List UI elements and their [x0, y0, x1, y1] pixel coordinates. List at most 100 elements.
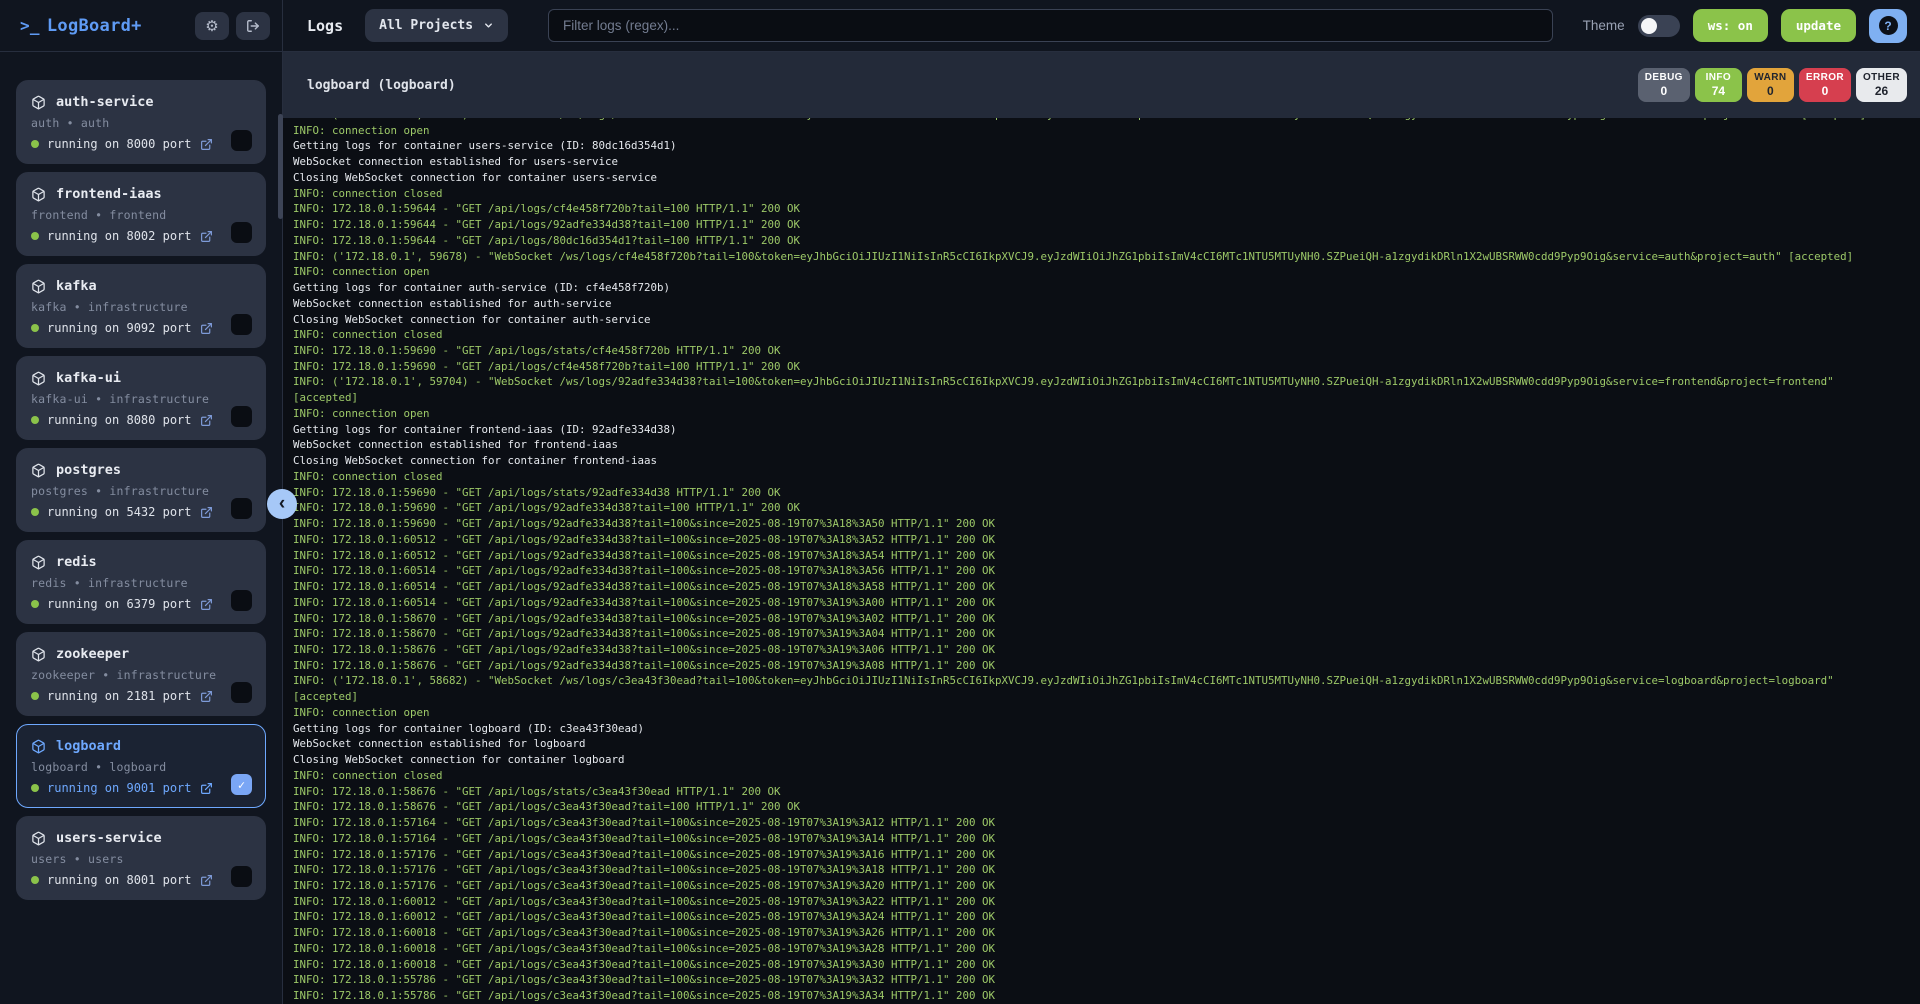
log-line: INFO: 172.18.0.1:58676 - "GET /api/logs/…	[293, 784, 1920, 800]
service-list: auth-service auth • auth running on 8000…	[16, 80, 266, 900]
service-status-text: running on 9001 port	[47, 781, 192, 795]
log-line: INFO: 172.18.0.1:58676 - "GET /api/logs/…	[293, 658, 1920, 674]
external-link-icon[interactable]	[200, 138, 213, 151]
log-filter-input[interactable]	[548, 9, 1553, 42]
log-line: Closing WebSocket connection for contain…	[293, 752, 1920, 768]
log-line: INFO: 172.18.0.1:59644 - "GET /api/logs/…	[293, 233, 1920, 249]
status-dot-icon	[31, 876, 39, 884]
service-checkbox[interactable]: ✓	[231, 130, 252, 151]
status-dot-icon	[31, 416, 39, 424]
service-card[interactable]: kafka kafka • infrastructure running on …	[16, 264, 266, 348]
settings-button[interactable]: ⚙	[195, 12, 229, 40]
help-icon: ?	[1879, 16, 1898, 35]
service-subtitle: redis • infrastructure	[31, 576, 251, 590]
level-badge-count: 0	[1645, 84, 1683, 98]
level-badge[interactable]: DEBUG 0	[1638, 68, 1690, 102]
external-link-icon[interactable]	[200, 782, 213, 795]
service-card[interactable]: frontend-iaas frontend • frontend runnin…	[16, 172, 266, 256]
log-line: INFO: connection open	[293, 264, 1920, 280]
service-checkbox[interactable]: ✓	[231, 406, 252, 427]
service-subtitle: kafka-ui • infrastructure	[31, 392, 251, 406]
external-link-icon[interactable]	[200, 598, 213, 611]
topbar-left: >_ LogBoard+ ⚙	[0, 0, 283, 51]
sidebar-collapse-button[interactable]: ‹	[267, 489, 297, 519]
log-line: [accepted]	[293, 689, 1920, 705]
theme-toggle[interactable]	[1638, 15, 1680, 37]
service-checkbox[interactable]: ✓	[231, 498, 252, 519]
service-checkbox[interactable]: ✓	[231, 682, 252, 703]
log-line: INFO: 172.18.0.1:58676 - "GET /api/logs/…	[293, 799, 1920, 815]
level-badge-count: 0	[1754, 84, 1787, 98]
gear-icon: ⚙	[205, 17, 218, 35]
external-link-icon[interactable]	[200, 414, 213, 427]
help-button[interactable]: ?	[1869, 9, 1907, 43]
log-line: INFO: 172.18.0.1:59644 - "GET /api/logs/…	[293, 217, 1920, 233]
service-name: users-service	[56, 830, 162, 846]
level-badge[interactable]: WARN 0	[1747, 68, 1794, 102]
log-line: INFO: 172.18.0.1:60012 - "GET /api/logs/…	[293, 894, 1920, 910]
log-line: INFO: 172.18.0.1:59690 - "GET /api/logs/…	[293, 516, 1920, 532]
external-link-icon[interactable]	[200, 506, 213, 519]
update-button[interactable]: update	[1781, 9, 1856, 42]
service-checkbox[interactable]: ✓	[231, 774, 252, 795]
service-card[interactable]: auth-service auth • auth running on 8000…	[16, 80, 266, 164]
service-card[interactable]: users-service users • users running on 8…	[16, 816, 266, 900]
service-checkbox[interactable]: ✓	[231, 222, 252, 243]
main-panel: ‹ logboard (logboard) DEBUG 0 INFO 74 WA…	[283, 52, 1920, 1004]
service-card[interactable]: kafka-ui kafka-ui • infrastructure runni…	[16, 356, 266, 440]
external-link-icon[interactable]	[200, 690, 213, 703]
level-badges: DEBUG 0 INFO 74 WARN 0 ERROR 0 OTHER 26	[1638, 68, 1907, 102]
log-line: Closing WebSocket connection for contain…	[293, 170, 1920, 186]
level-badge-label: DEBUG	[1645, 72, 1683, 83]
log-line: INFO: 172.18.0.1:60514 - "GET /api/logs/…	[293, 595, 1920, 611]
service-status-text: running on 8000 port	[47, 137, 192, 151]
log-line: Getting logs for container frontend-iaas…	[293, 422, 1920, 438]
logout-button[interactable]	[236, 12, 270, 40]
log-line: INFO: 172.18.0.1:60012 - "GET /api/logs/…	[293, 909, 1920, 925]
service-checkbox[interactable]: ✓	[231, 590, 252, 611]
page-title: Logs	[307, 17, 343, 35]
terminal-prompt-icon: >_	[20, 16, 40, 35]
level-badge[interactable]: OTHER 26	[1856, 68, 1907, 102]
service-status-text: running on 9092 port	[47, 321, 192, 335]
package-icon	[31, 647, 46, 662]
service-card[interactable]: logboard logboard • logboard running on …	[16, 724, 266, 808]
service-subtitle: frontend • frontend	[31, 208, 251, 222]
log-line: INFO: 172.18.0.1:58670 - "GET /api/logs/…	[293, 626, 1920, 642]
external-link-icon[interactable]	[200, 230, 213, 243]
service-checkbox[interactable]: ✓	[231, 866, 252, 887]
service-name: zookeeper	[56, 646, 129, 662]
external-link-icon[interactable]	[200, 322, 213, 335]
theme-toggle-knob	[1641, 18, 1657, 34]
level-badge[interactable]: INFO 74	[1695, 68, 1742, 102]
project-filter-dropdown[interactable]: All Projects	[365, 9, 508, 42]
status-dot-icon	[31, 232, 39, 240]
package-icon	[31, 463, 46, 478]
websocket-status-button[interactable]: ws: on	[1693, 9, 1768, 42]
service-name: redis	[56, 554, 97, 570]
topbar: >_ LogBoard+ ⚙ Logs All Projects	[0, 0, 1920, 52]
logout-icon	[246, 19, 260, 33]
external-link-icon[interactable]	[200, 874, 213, 887]
package-icon	[31, 95, 46, 110]
service-card[interactable]: postgres postgres • infrastructure runni…	[16, 448, 266, 532]
service-card[interactable]: zookeeper zookeeper • infrastructure run…	[16, 632, 266, 716]
service-subtitle: logboard • logboard	[31, 760, 251, 774]
log-line: INFO: ('172.18.0.1', 59704) - "WebSocket…	[293, 374, 1920, 390]
level-badge[interactable]: ERROR 0	[1799, 68, 1851, 102]
log-content: INFO: ('172.18.0.1', 59640) - "WebSocket…	[293, 118, 1920, 1004]
log-line: INFO: 172.18.0.1:60018 - "GET /api/logs/…	[293, 941, 1920, 957]
log-line: INFO: 172.18.0.1:57164 - "GET /api/logs/…	[293, 831, 1920, 847]
chevron-left-icon: ‹	[279, 494, 285, 513]
status-dot-icon	[31, 324, 39, 332]
service-card[interactable]: redis redis • infrastructure running on …	[16, 540, 266, 624]
level-badge-label: ERROR	[1806, 72, 1844, 83]
log-scroll-area[interactable]: INFO: ('172.18.0.1', 59640) - "WebSocket…	[283, 118, 1920, 1004]
log-line: INFO: connection open	[293, 123, 1920, 139]
service-checkbox[interactable]: ✓	[231, 314, 252, 335]
service-status-text: running on 6379 port	[47, 597, 192, 611]
topbar-right-controls: Theme ws: on update ?	[1583, 9, 1907, 43]
service-subtitle: users • users	[31, 852, 251, 866]
log-line: INFO: connection closed	[293, 327, 1920, 343]
log-panel-title: logboard (logboard)	[307, 78, 456, 93]
